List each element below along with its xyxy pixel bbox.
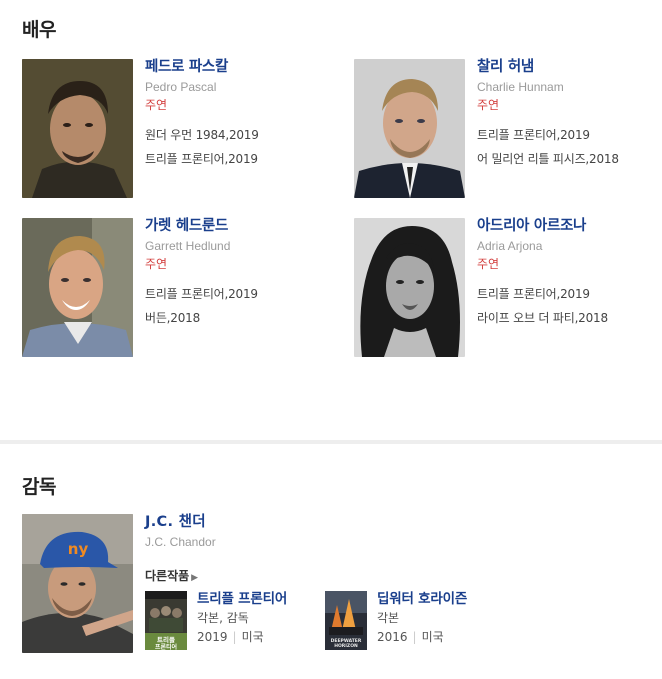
actor-card: 가렛 헤드룬드 Garrett Hedlund 주연 트리플 프론티어,2019…: [22, 218, 332, 358]
film-item: DEEPWATER HORIZON 딥워터 호라이즌 각본 2016 | 미국: [325, 591, 495, 651]
filmography-item[interactable]: 트리플 프론티어,2019: [145, 152, 332, 166]
section-divider: [0, 440, 662, 444]
poster-text: 프론티어: [155, 643, 177, 650]
film-title-link[interactable]: 트리플 프론티어: [197, 591, 287, 607]
meta-separator: |: [412, 630, 417, 644]
filmography-item[interactable]: 트리플 프론티어,2019: [477, 287, 662, 301]
actor-photo[interactable]: [354, 59, 465, 198]
actor-role: 주연: [145, 257, 168, 271]
actor-role: 주연: [477, 257, 500, 271]
actor-card: 아드리아 아르조나 Adria Arjona 주연 트리플 프론티어,2019 …: [354, 218, 662, 358]
filmography-item[interactable]: 트리플 프론티어,2019: [477, 128, 662, 142]
section-title-director: 감독: [22, 476, 56, 498]
director-name-link[interactable]: J.C. 챈더: [145, 514, 642, 530]
film-title-link[interactable]: 딥워터 호라이즌: [377, 591, 467, 607]
actor-card: 페드로 파스칼 Pedro Pascal 주연 원더 우먼 1984,2019 …: [22, 59, 332, 199]
poster-text: 트리플: [157, 635, 175, 644]
film-poster[interactable]: DEEPWATER HORIZON: [325, 591, 367, 650]
filmography-item[interactable]: 어 밀리언 리틀 피시즈,2018: [477, 152, 662, 166]
actor-name-english: Garrett Hedlund: [145, 239, 231, 253]
filmography-item[interactable]: 버든,2018: [145, 311, 332, 325]
poster-text: HORIZON: [334, 643, 358, 649]
actor-photo[interactable]: [354, 218, 465, 357]
actor-name-link[interactable]: 아드리아 아르조나: [477, 218, 662, 234]
film-item: 트리플 프론티어 트리플 프론티어 각본, 감독 2019 | 미국: [145, 591, 315, 651]
actor-name-english: Charlie Hunnam: [477, 80, 564, 94]
actor-card: 찰리 허냄 Charlie Hunnam 주연 트리플 프론티어,2019 어 …: [354, 59, 662, 199]
film-meta: 2016 | 미국: [377, 630, 467, 644]
director-name-english: J.C. Chandor: [145, 535, 216, 549]
actor-role: 주연: [145, 98, 168, 112]
film-country: 미국: [421, 630, 444, 644]
section-title-actors: 배우: [22, 19, 56, 41]
actor-photo[interactable]: [22, 59, 133, 198]
other-works-link[interactable]: 다른작품 ▶: [145, 569, 642, 585]
filmography-item[interactable]: 라이프 오브 더 파티,2018: [477, 311, 662, 325]
actor-role: 주연: [477, 98, 500, 112]
actor-name-link[interactable]: 페드로 파스칼: [145, 59, 332, 75]
svg-text:ny: ny: [68, 540, 89, 558]
film-poster[interactable]: 트리플 프론티어: [145, 591, 187, 650]
film-meta: 2019 | 미국: [197, 630, 287, 644]
actor-name-link[interactable]: 찰리 허냄: [477, 59, 662, 75]
meta-separator: |: [232, 630, 237, 644]
actor-photo[interactable]: [22, 218, 133, 357]
other-works-label: 다른작품: [145, 569, 190, 583]
actor-name-english: Pedro Pascal: [145, 80, 217, 94]
actor-name-english: Adria Arjona: [477, 239, 543, 253]
director-photo[interactable]: ny: [22, 514, 133, 653]
film-role: 각본: [377, 611, 400, 625]
film-year: 2016: [377, 630, 408, 644]
filmography-item[interactable]: 원더 우먼 1984,2019: [145, 128, 332, 142]
film-year: 2019: [197, 630, 228, 644]
actor-name-link[interactable]: 가렛 헤드룬드: [145, 218, 332, 234]
film-role: 각본, 감독: [197, 611, 249, 625]
chevron-right-icon: ▶: [191, 573, 199, 583]
filmography-item[interactable]: 트리플 프론티어,2019: [145, 287, 332, 301]
film-country: 미국: [241, 630, 264, 644]
